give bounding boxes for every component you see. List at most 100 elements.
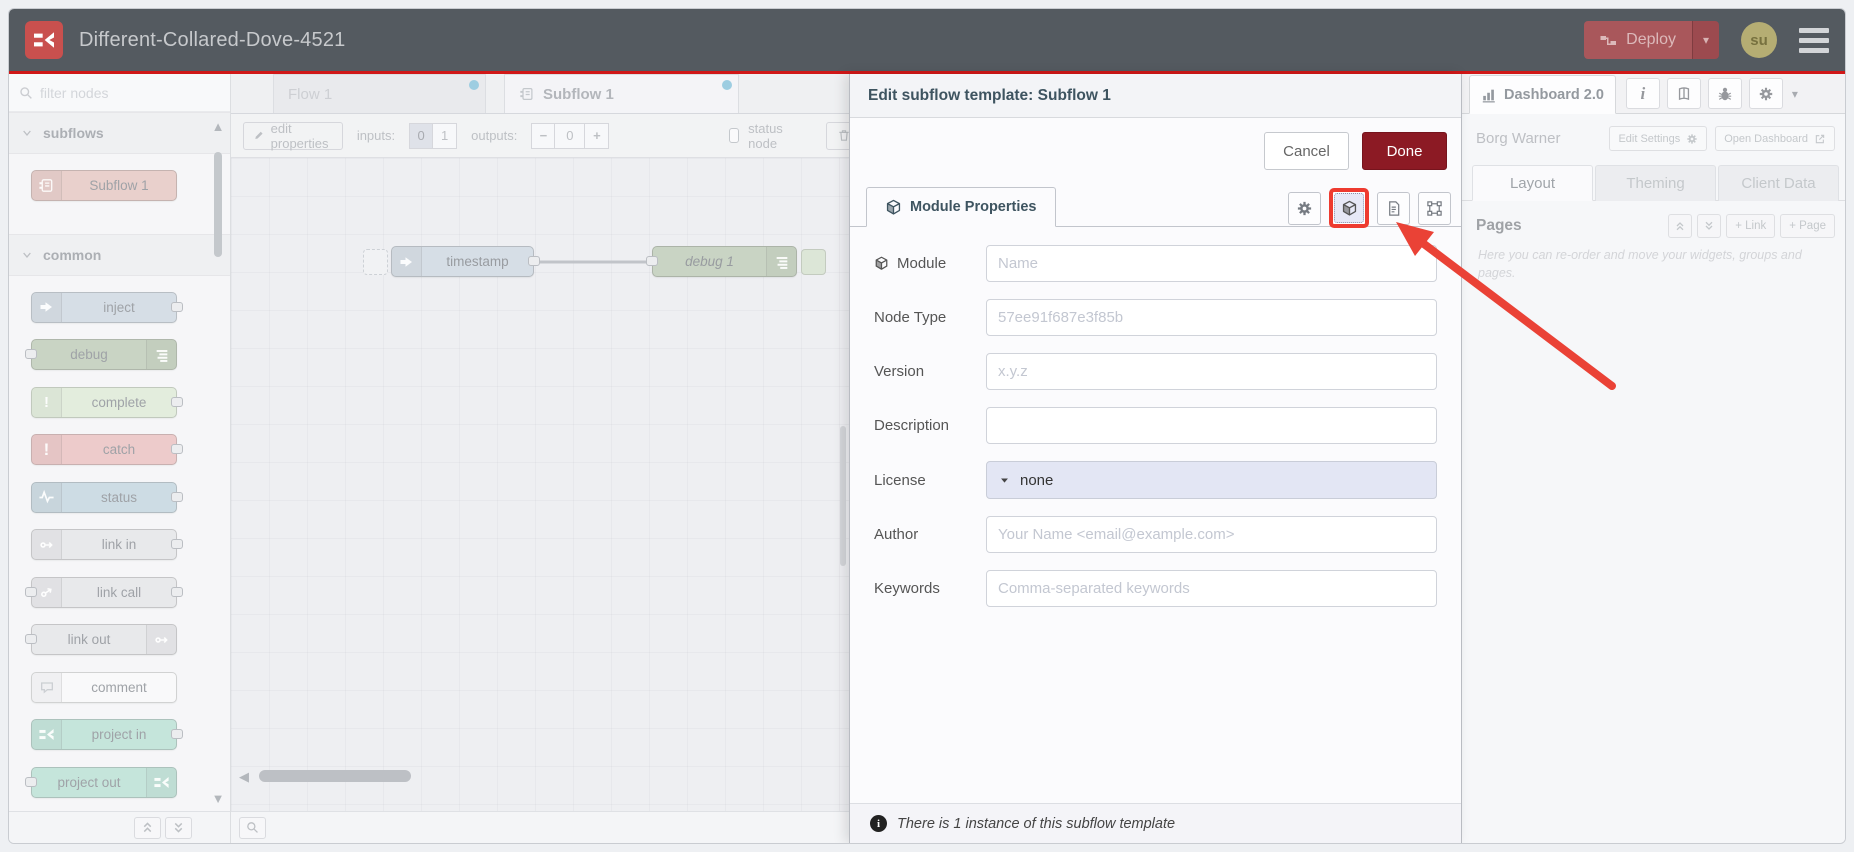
unsaved-changes-dot (469, 80, 479, 90)
search-icon (247, 822, 258, 833)
chevron-down-icon: ▾ (1791, 87, 1798, 101)
tab-label: Subflow 1 (543, 85, 614, 103)
deploy-button-main[interactable]: Deploy (1584, 21, 1692, 59)
edit-properties-label: edit properties (270, 120, 329, 151)
form-row-node-type: Node Type (874, 299, 1437, 336)
scroll-down-icon[interactable]: ▼ (212, 792, 225, 805)
editor-tab-buttons (1288, 188, 1451, 228)
module-input[interactable] (986, 245, 1437, 282)
add-link-button[interactable]: + Link (1726, 214, 1776, 238)
instance-count-text: There is 1 instance of this subflow temp… (897, 815, 1176, 832)
tab-theming[interactable]: Theming (1595, 165, 1716, 201)
license-select[interactable]: none (986, 461, 1437, 499)
outputs-stepper[interactable]: − 0 + (531, 122, 610, 149)
gear-icon (1687, 133, 1697, 144)
search-flows-button[interactable] (239, 816, 266, 839)
form-row-module: Module (874, 245, 1437, 282)
keywords-input[interactable] (986, 570, 1437, 607)
scroll-up-icon[interactable]: ▲ (212, 120, 225, 133)
palette-section-subflows[interactable]: subflows (9, 112, 230, 154)
palette-scrollbar-thumb[interactable] (214, 152, 222, 257)
cancel-button[interactable]: Cancel (1264, 132, 1349, 170)
tab-dashboard-2[interactable]: Dashboard 2.0 (1469, 75, 1616, 114)
inject-trigger-button[interactable] (363, 249, 388, 275)
palette-node-comment[interactable]: comment (31, 671, 177, 703)
outputs-increase-button[interactable]: + (585, 122, 610, 149)
module-properties-tab-button[interactable] (1334, 193, 1364, 223)
palette-scroll-area: subflows Subflow 1 common inject debug !… (9, 112, 230, 811)
help-tab-button[interactable] (1666, 78, 1701, 109)
palette-node-complete[interactable]: ! complete (31, 386, 183, 418)
palette-node-status[interactable]: status (31, 481, 183, 513)
palette-section-label: subflows (43, 125, 104, 141)
collapse-all-button[interactable] (134, 816, 161, 839)
flow-canvas[interactable]: timestamp debug 1 ◀ (231, 158, 849, 811)
palette-node-project-out[interactable]: project out (25, 766, 177, 798)
canvas-node-timestamp[interactable]: timestamp (391, 246, 540, 277)
outputs-count[interactable]: 0 (555, 122, 586, 149)
author-input[interactable] (986, 516, 1437, 553)
inputs-option-1[interactable]: 1 (433, 122, 458, 149)
chevron-down-icon (23, 252, 31, 258)
palette-node-debug[interactable]: debug (25, 339, 177, 370)
tab-flow-1[interactable]: Flow 1 (273, 74, 486, 113)
status-icon (32, 482, 62, 512)
description-tab-button[interactable] (1377, 191, 1410, 225)
description-input[interactable] (986, 407, 1437, 444)
done-button[interactable]: Done (1362, 132, 1447, 170)
appearance-tab-button[interactable] (1418, 191, 1451, 225)
add-page-button[interactable]: + Page (1780, 214, 1835, 238)
node-label: project in (91, 727, 147, 742)
version-input[interactable] (986, 353, 1437, 390)
palette-node-inject[interactable]: inject (31, 291, 183, 323)
info-tab-button[interactable]: i (1625, 78, 1660, 109)
chevron-down-icon: ▾ (1702, 33, 1709, 47)
tab-subflow-1[interactable]: Subflow 1 (504, 74, 739, 113)
canvas-node-debug-1[interactable]: debug 1 (646, 246, 797, 277)
config-tab-button[interactable] (1748, 78, 1783, 109)
deploy-options-caret[interactable]: ▾ (1691, 21, 1719, 59)
canvas-h-scrollbar-thumb[interactable] (259, 770, 411, 782)
palette-section-common[interactable]: common (9, 233, 230, 276)
input-port (25, 586, 37, 597)
edit-properties-button[interactable]: edit properties (243, 120, 343, 151)
tab-client-data[interactable]: Client Data (1718, 165, 1839, 201)
palette-node-subflow-1[interactable]: Subflow 1 (31, 170, 177, 201)
debug-toggle-button[interactable] (801, 249, 826, 275)
palette-filter[interactable]: filter nodes (9, 74, 230, 112)
delete-subflow-button[interactable] (826, 121, 849, 150)
palette-node-link-in[interactable]: link in (31, 529, 183, 560)
node-type-input[interactable] (986, 299, 1437, 336)
status-node-toggle[interactable]: status node (719, 121, 798, 151)
scroll-left-icon[interactable]: ◀ (239, 770, 249, 783)
move-up-button[interactable] (1668, 214, 1693, 238)
palette-node-catch[interactable]: ! catch (31, 434, 183, 465)
node-label: link in (101, 537, 137, 552)
appearance-frame-icon (1427, 200, 1442, 216)
expand-all-button[interactable] (165, 816, 192, 839)
open-dashboard-button[interactable]: Open Dashboard (1715, 126, 1835, 151)
complete-icon: ! (32, 387, 62, 417)
user-avatar[interactable]: su (1741, 22, 1777, 58)
input-port[interactable] (646, 256, 658, 266)
palette-node-link-out[interactable]: link out (25, 624, 177, 655)
status-node-checkbox[interactable] (729, 128, 740, 143)
palette-node-link-call[interactable]: link call (25, 576, 183, 608)
debug-tab-button[interactable] (1707, 78, 1742, 109)
properties-tab-button[interactable] (1288, 191, 1321, 225)
palette-section-label: common (43, 246, 102, 263)
palette-node-project-in[interactable]: project in (31, 719, 183, 750)
outputs-decrease-button[interactable]: − (531, 122, 556, 149)
tab-module-properties[interactable]: Module Properties (866, 187, 1056, 227)
edit-settings-button[interactable]: Edit Settings (1609, 126, 1708, 151)
canvas-v-scrollbar-thumb[interactable] (840, 426, 846, 566)
external-link-icon (1815, 134, 1825, 143)
deploy-button[interactable]: Deploy ▾ (1584, 21, 1719, 59)
output-port[interactable] (528, 256, 540, 266)
inputs-toggle[interactable]: 0 1 (409, 122, 458, 149)
tab-layout[interactable]: Layout (1472, 165, 1593, 201)
move-down-button[interactable] (1697, 214, 1722, 238)
sidebar-menu-caret[interactable]: ▾ (1792, 87, 1798, 101)
main-menu-icon[interactable] (1799, 27, 1829, 53)
inputs-option-0[interactable]: 0 (409, 122, 434, 149)
